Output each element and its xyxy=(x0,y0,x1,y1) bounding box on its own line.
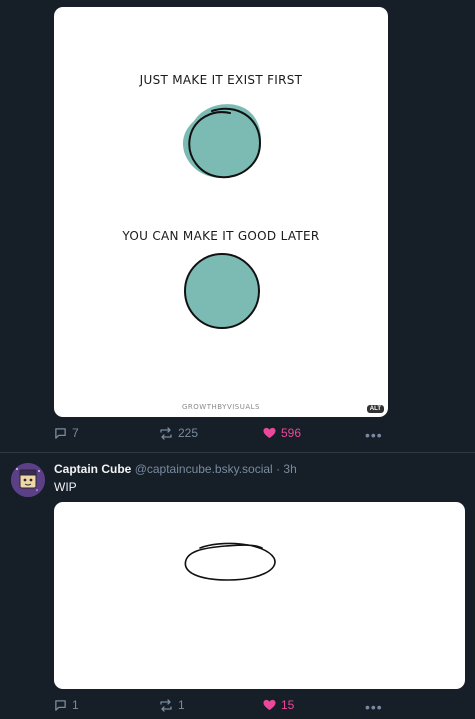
repost-button[interactable]: 1 xyxy=(159,698,185,712)
post-header: Captain Cube @captaincube.bsky.social · … xyxy=(54,462,297,476)
repost-arrows-icon xyxy=(160,698,172,712)
like-button[interactable]: 15 xyxy=(263,698,294,712)
speech-bubble-icon xyxy=(55,699,66,711)
repost-button[interactable]: 225 xyxy=(159,426,198,440)
alt-badge[interactable]: ALT xyxy=(366,405,384,413)
post-timestamp[interactable]: 3h xyxy=(283,462,296,476)
heart-icon xyxy=(263,699,276,711)
image-heading-bottom: YOU CAN MAKE IT GOOD LATER xyxy=(122,229,320,243)
post1-image[interactable]: JUST MAKE IT EXIST FIRST YOU CAN MAKE IT… xyxy=(54,7,388,417)
image-heading-top: JUST MAKE IT EXIST FIRST xyxy=(139,73,303,87)
header-separator: · xyxy=(276,462,281,476)
speech-bubble-icon xyxy=(55,427,66,439)
post2-image[interactable] xyxy=(54,502,465,689)
author-name[interactable]: Captain Cube xyxy=(54,462,131,476)
more-horizontal-icon[interactable]: ••• xyxy=(365,699,383,715)
post2-action-bar: 1 1 15 ••• xyxy=(54,698,388,716)
like-button[interactable]: 596 xyxy=(263,426,301,440)
repost-count: 1 xyxy=(178,698,185,712)
reply-count: 7 xyxy=(72,426,79,440)
avatar-cube-image xyxy=(11,463,45,497)
reply-count: 1 xyxy=(72,698,79,712)
avatar[interactable] xyxy=(11,463,45,497)
sketchy-circle-illustration xyxy=(182,104,262,179)
reply-button[interactable]: 7 xyxy=(54,426,79,440)
repost-arrows-icon xyxy=(160,426,172,440)
like-count: 596 xyxy=(281,426,302,440)
post1-action-bar: 7 225 596 ••• xyxy=(54,426,388,444)
post-divider xyxy=(0,452,475,453)
heart-icon xyxy=(263,427,276,439)
image-footer-credit: GROWTHBYVISUALS xyxy=(181,403,260,411)
sketched-oval-illustration xyxy=(184,542,276,581)
more-horizontal-icon[interactable]: ••• xyxy=(365,427,383,443)
author-handle[interactable]: @captaincube.bsky.social xyxy=(135,462,273,476)
perfect-circle-illustration xyxy=(184,253,260,329)
like-count: 15 xyxy=(281,698,295,712)
reply-button[interactable]: 1 xyxy=(54,698,79,712)
post-text: WIP xyxy=(54,480,77,494)
repost-count: 225 xyxy=(178,426,199,440)
